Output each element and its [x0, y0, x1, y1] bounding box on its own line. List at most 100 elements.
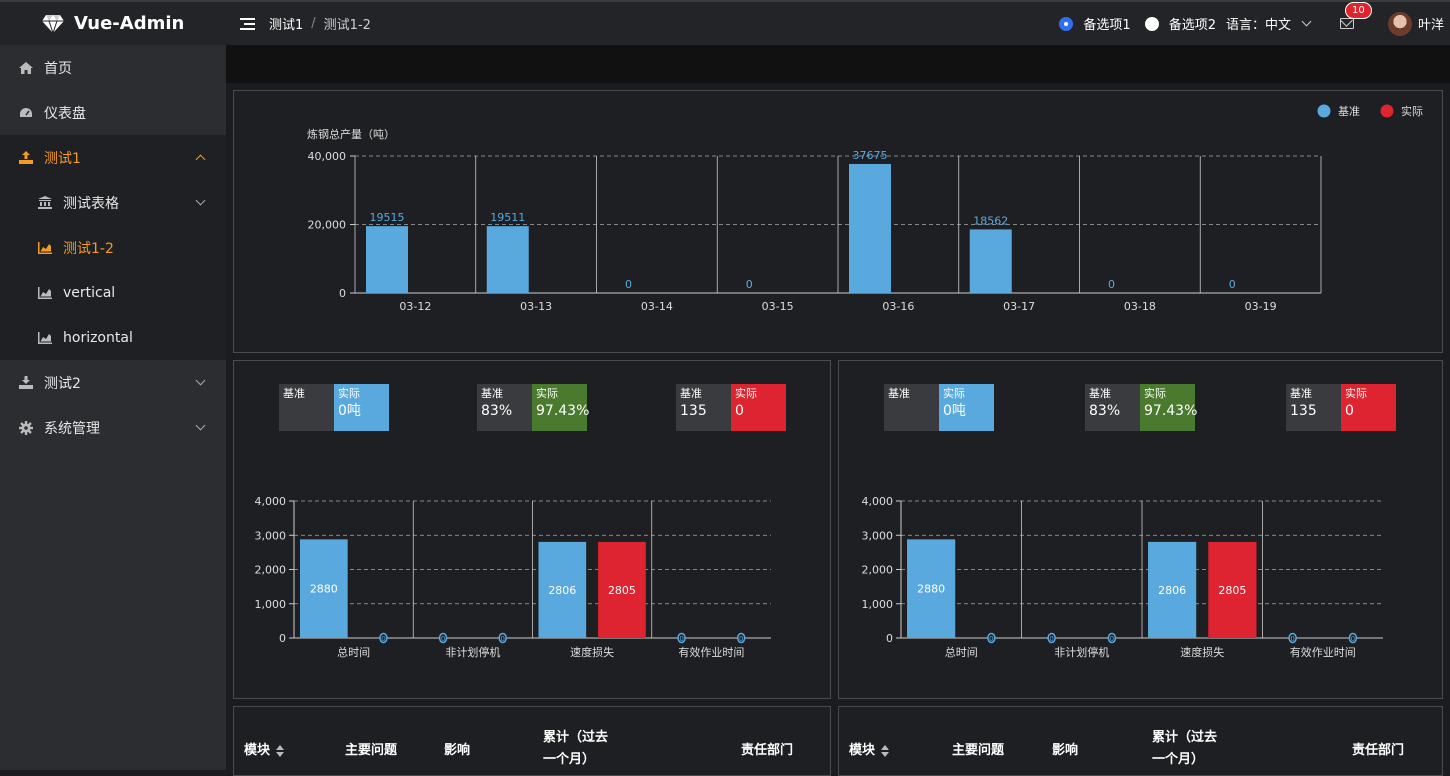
kpi-actual-label: 实际 — [1144, 387, 1166, 400]
legend-marker — [1380, 104, 1394, 118]
kpi-actual-cell: 实际 0 — [731, 384, 786, 431]
sidebar-item-horizontal[interactable]: horizontal — [0, 315, 226, 360]
logo[interactable]: Vue-Admin — [0, 2, 226, 45]
kpi-actual-label: 实际 — [536, 387, 558, 400]
radio-option1-label: 备选项1 — [1083, 18, 1131, 33]
kpi-base-label: 基准 — [1290, 387, 1312, 400]
y-tick-label: 2,000 — [862, 564, 894, 577]
mail-badge: 10 — [1344, 2, 1372, 19]
sidebar-item-vertical[interactable]: vertical — [0, 270, 226, 315]
y-tick-label: 40,000 — [308, 150, 347, 163]
sort-icon[interactable] — [881, 744, 890, 757]
sidebar-item-label: 测试表格 — [63, 195, 119, 212]
data-label: 2806 — [1158, 584, 1186, 597]
chevron-down-icon — [195, 420, 206, 431]
time-panel-right: 基准 实际 0吨 基准 83% 实际 97.43% 基准 135 实际 0 0 1,000 2,000 3… — [838, 360, 1443, 699]
tags-bar — [226, 45, 1450, 83]
table-header-module[interactable]: 模块 — [849, 739, 890, 758]
area-chart-icon — [37, 285, 53, 301]
menu-toggle-icon[interactable] — [240, 17, 255, 30]
kpi-base-value: 135 — [1290, 403, 1317, 419]
kpi-actual-cell: 实际 0 — [1341, 384, 1396, 431]
mail-icon[interactable]: 10 — [1339, 2, 1372, 29]
sidebar-item-label: 系统管理 — [44, 420, 100, 437]
chevron-down-icon — [1301, 16, 1312, 27]
x-tick-label: 03-12 — [399, 300, 431, 313]
kpi-actual-label: 实际 — [735, 387, 757, 400]
header-label: 模块 — [849, 743, 876, 758]
table-header-issue: 主要问题 — [345, 743, 398, 758]
production-bar-chart: 炼钢总产量（吨） 0 20,000 40,000 03-12 19515 03-13 1951… — [307, 104, 1423, 313]
app-title: Vue-Admin — [74, 13, 185, 34]
kpi-base-value: 135 — [680, 403, 707, 419]
user-name[interactable]: 叶洋 — [1418, 14, 1444, 33]
x-tick-label: 03-13 — [520, 300, 552, 313]
kpi-base-label: 基准 — [680, 387, 702, 400]
kpi-base-label: 基准 — [481, 387, 503, 400]
breadcrumb-separator: / — [311, 16, 316, 31]
chevron-down-icon — [195, 375, 206, 386]
breadcrumb-level1[interactable]: 测试1 — [269, 14, 303, 33]
avatar[interactable] — [1387, 11, 1412, 36]
radio-option2[interactable]: 备选项2 — [1144, 14, 1216, 33]
bar-base — [969, 229, 1012, 293]
x-tick-label: 有效作业时间 — [678, 645, 744, 659]
table-header-impact: 影响 — [444, 743, 471, 758]
issues-table-left: 模块 主要问题 影响 累计（过去 一个月） 责任部门 — [233, 706, 831, 776]
x-tick-label: 03-17 — [1003, 300, 1035, 313]
data-label: 18562 — [973, 214, 1008, 227]
data-label: 0 — [989, 635, 993, 643]
production-chart-panel: 炼钢总产量（吨） 0 20,000 40,000 03-12 19515 03-13 1951… — [233, 90, 1443, 353]
y-tick-label: 1,000 — [255, 598, 287, 611]
issues-table-right: 模块 主要问题 影响 累计（过去 一个月） 责任部门 — [838, 706, 1443, 776]
table-header-module[interactable]: 模块 — [244, 739, 285, 758]
kpi-actual-cell: 实际 0吨 — [334, 384, 389, 431]
sidebar-item-system[interactable]: 系统管理 — [0, 405, 226, 450]
x-tick-label: 有效作业时间 — [1290, 645, 1356, 659]
sidebar-item-label: 仪表盘 — [44, 105, 86, 122]
sidebar-item-test1[interactable]: 测试1 — [0, 135, 226, 180]
header-line: 累计（过去 — [1152, 730, 1218, 745]
radio-option2-label: 备选项2 — [1168, 18, 1216, 33]
sidebar-item-label: 测试2 — [44, 375, 81, 392]
y-tick-label: 4,000 — [862, 495, 894, 508]
y-tick-label: 0 — [279, 632, 286, 645]
diamond-icon — [42, 14, 64, 34]
kpi-actual-value: 0吨 — [943, 403, 966, 419]
y-tick-label: 4,000 — [255, 495, 287, 508]
x-tick-label: 速度损失 — [570, 645, 614, 659]
breadcrumb: 测试1 / 测试1-2 — [240, 14, 371, 33]
x-tick-label: 速度损失 — [1180, 645, 1224, 659]
kpi-actual-label: 实际 — [338, 387, 360, 400]
data-label: 19515 — [370, 211, 405, 224]
x-tick-label: 非计划停机 — [1054, 645, 1109, 659]
kpi-box: 基准 135 实际 0 — [676, 384, 786, 431]
kpi-actual-cell: 实际 97.43% — [1140, 384, 1197, 431]
x-tick-label: 03-18 — [1124, 300, 1156, 313]
language-select[interactable]: 语言：中文 — [1225, 14, 1312, 33]
table-header-department: 责任部门 — [741, 743, 794, 758]
table-header-impact: 影响 — [1052, 743, 1079, 758]
header-label: 模块 — [244, 743, 271, 758]
kpi-base-cell: 基准 135 — [1286, 384, 1341, 431]
sidebar-item-test1-2[interactable]: 测试1-2 — [0, 225, 226, 270]
upload-icon — [18, 150, 34, 166]
sidebar-item-test2[interactable]: 测试2 — [0, 360, 226, 405]
x-tick-label: 03-14 — [641, 300, 673, 313]
data-label: 2805 — [1218, 584, 1246, 597]
legend-marker — [1317, 104, 1331, 118]
kpi-base-cell: 基准 83% — [1085, 384, 1140, 431]
sidebar-item-test-table[interactable]: 测试表格 — [0, 180, 226, 225]
breadcrumb-current: 测试1-2 — [323, 18, 371, 33]
data-label: 0 — [1351, 635, 1355, 643]
data-label: 0 — [679, 635, 683, 643]
sort-icon[interactable] — [276, 744, 285, 757]
radio-option1[interactable]: 备选项1 — [1059, 14, 1131, 33]
sidebar-item-dashboard[interactable]: 仪表盘 — [0, 90, 226, 135]
kpi-base-value: 83% — [481, 403, 513, 419]
x-tick-label: 总时间 — [337, 645, 370, 659]
kpi-base-label: 基准 — [888, 387, 910, 400]
language-label: 语言：中文 — [1225, 18, 1291, 33]
sidebar-item-home[interactable]: 首页 — [0, 45, 226, 90]
kpi-actual-cell: 实际 97.43% — [532, 384, 589, 431]
